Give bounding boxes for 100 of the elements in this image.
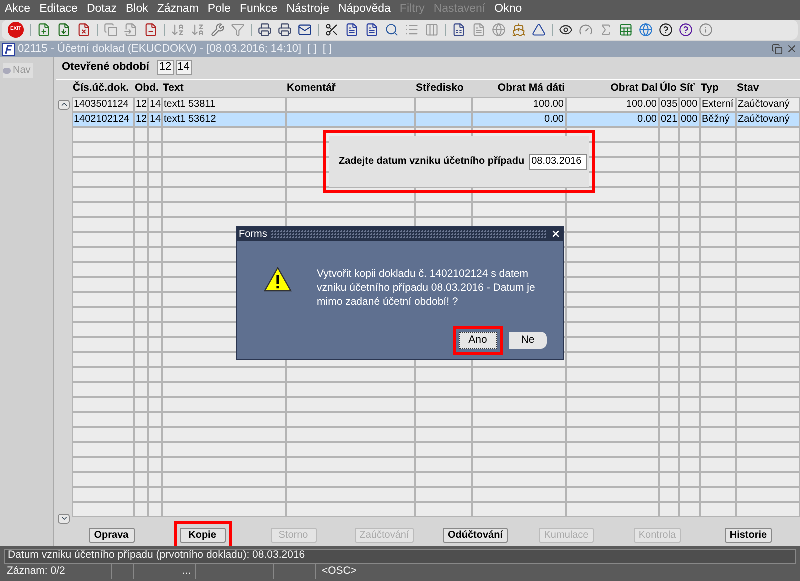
- table-cell: [72, 262, 134, 277]
- table-cell: [134, 142, 148, 157]
- restore-icon[interactable]: [772, 44, 783, 54]
- copy-icon[interactable]: [104, 23, 118, 37]
- print-icon[interactable]: [258, 23, 272, 37]
- action-button[interactable]: Oprava: [88, 528, 134, 543]
- warning-icon: [264, 267, 292, 292]
- sum-icon[interactable]: [599, 23, 613, 37]
- table-cell: [72, 442, 134, 457]
- table-cell: [679, 366, 700, 382]
- dialog-button[interactable]: Ano: [459, 332, 497, 349]
- table-cell: [659, 186, 679, 202]
- scroll-up-button[interactable]: [58, 100, 70, 110]
- period-field[interactable]: 12: [157, 60, 174, 75]
- table-cell: [72, 292, 134, 307]
- table-cell: 0.00: [472, 112, 566, 127]
- table-cell: [659, 366, 679, 382]
- table-cell: [659, 292, 679, 307]
- table-cell: [679, 442, 700, 457]
- paste-icon[interactable]: [124, 23, 138, 37]
- scroll-down-button[interactable]: [58, 514, 70, 524]
- table-cell: [134, 216, 148, 232]
- menu-item[interactable]: Záznam: [157, 1, 199, 19]
- table-cell: [736, 142, 800, 157]
- remove-icon[interactable]: [144, 23, 158, 37]
- delete-record-icon[interactable]: [77, 23, 91, 37]
- triangle-icon[interactable]: [532, 23, 546, 37]
- table-cell: 0.00: [566, 112, 659, 127]
- table-cell: [736, 456, 800, 472]
- dialog-button[interactable]: Ne: [509, 332, 547, 349]
- column-header: Středisko: [415, 81, 465, 96]
- spreadsheet-icon[interactable]: [619, 23, 633, 37]
- table-cell: [134, 306, 148, 322]
- table-cell: [72, 382, 134, 397]
- gauge-icon[interactable]: [579, 23, 593, 37]
- window-title: 02115 - Účetní doklad (EKUCDOKV) - [08.03.2016; 14:10] [ ] [ ]: [18, 42, 332, 57]
- menu-item[interactable]: Blok: [126, 1, 148, 19]
- table-cell: [700, 142, 736, 157]
- table-cell: [148, 396, 162, 412]
- table-cell: [72, 336, 134, 352]
- table-cell: [700, 426, 736, 442]
- period-field[interactable]: 14: [176, 60, 192, 75]
- table-cell: [659, 172, 679, 187]
- cut-icon[interactable]: [325, 23, 339, 37]
- table-cell: [415, 366, 472, 382]
- document-icon[interactable]: [472, 23, 486, 37]
- menu-item[interactable]: Akce: [5, 1, 31, 19]
- table-cell: [72, 156, 134, 172]
- table-cell: [72, 246, 134, 262]
- table-cell: [679, 142, 700, 157]
- print-preview-icon[interactable]: [278, 23, 292, 37]
- mail-icon[interactable]: [298, 23, 312, 37]
- table-cell: [415, 396, 472, 412]
- help-window-icon[interactable]: [679, 23, 693, 37]
- info-icon[interactable]: [699, 23, 713, 37]
- globe-icon[interactable]: [492, 23, 506, 37]
- action-button[interactable]: Kopie: [180, 528, 226, 543]
- table-cell: [134, 382, 148, 397]
- help-icon[interactable]: [659, 23, 673, 37]
- table-cell: [700, 442, 736, 457]
- table-cell: [736, 442, 800, 457]
- close-icon[interactable]: [551, 229, 561, 239]
- menu-item[interactable]: Funkce: [240, 1, 278, 19]
- table-cell: [736, 396, 800, 412]
- sort-descending-icon[interactable]: [191, 23, 205, 37]
- table-cell: [148, 246, 162, 262]
- filter-icon[interactable]: [231, 23, 245, 37]
- table-cell: text1 53811: [162, 96, 286, 112]
- browser-icon[interactable]: [639, 23, 653, 37]
- save-icon[interactable]: [57, 23, 71, 37]
- menu-item[interactable]: Okno: [494, 1, 522, 19]
- table-row[interactable]: 1402102124 12 14 text1 53612 0.00 0.00 021 000 Běžný Zaúčtovaný: [72, 112, 800, 127]
- new-record-icon[interactable]: [37, 23, 51, 37]
- menu-item[interactable]: Nápověda: [338, 1, 391, 19]
- table-cell: [736, 186, 800, 202]
- action-button[interactable]: Historie: [724, 528, 772, 543]
- menu-item[interactable]: Dotaz: [86, 1, 117, 19]
- table-cell: [700, 246, 736, 262]
- wrench-icon[interactable]: [211, 23, 225, 37]
- table-cell: [415, 456, 472, 472]
- table-cell: [72, 502, 134, 517]
- table-cell: [134, 262, 148, 277]
- table-cell: [736, 472, 800, 487]
- menu-item[interactable]: Editace: [40, 1, 78, 19]
- columns-icon[interactable]: [425, 23, 439, 37]
- table-icon[interactable]: [452, 23, 466, 37]
- menu-item[interactable]: Pole: [208, 1, 231, 19]
- table-cell: [659, 426, 679, 442]
- action-button[interactable]: Odúčtování: [442, 528, 508, 543]
- table-cell: [148, 456, 162, 472]
- table-cell: [72, 126, 134, 142]
- table-row[interactable]: 1403501124 12 14 text1 53811 100.00 100.00 035 000 Externí Zaúčtovaný: [72, 96, 800, 112]
- date-prompt-label: Zadejte datum vzniku účetního případu: [339, 155, 525, 169]
- record-counter: Záznam: 0/2: [4, 564, 112, 578]
- sort-ascending-icon[interactable]: [171, 23, 185, 37]
- date-input-field[interactable]: 08.03.2016: [528, 154, 587, 170]
- table-cell: [659, 216, 679, 232]
- menu-item[interactable]: Nástroje: [286, 1, 330, 19]
- table-cell: [700, 186, 736, 202]
- search-icon[interactable]: [385, 23, 399, 37]
